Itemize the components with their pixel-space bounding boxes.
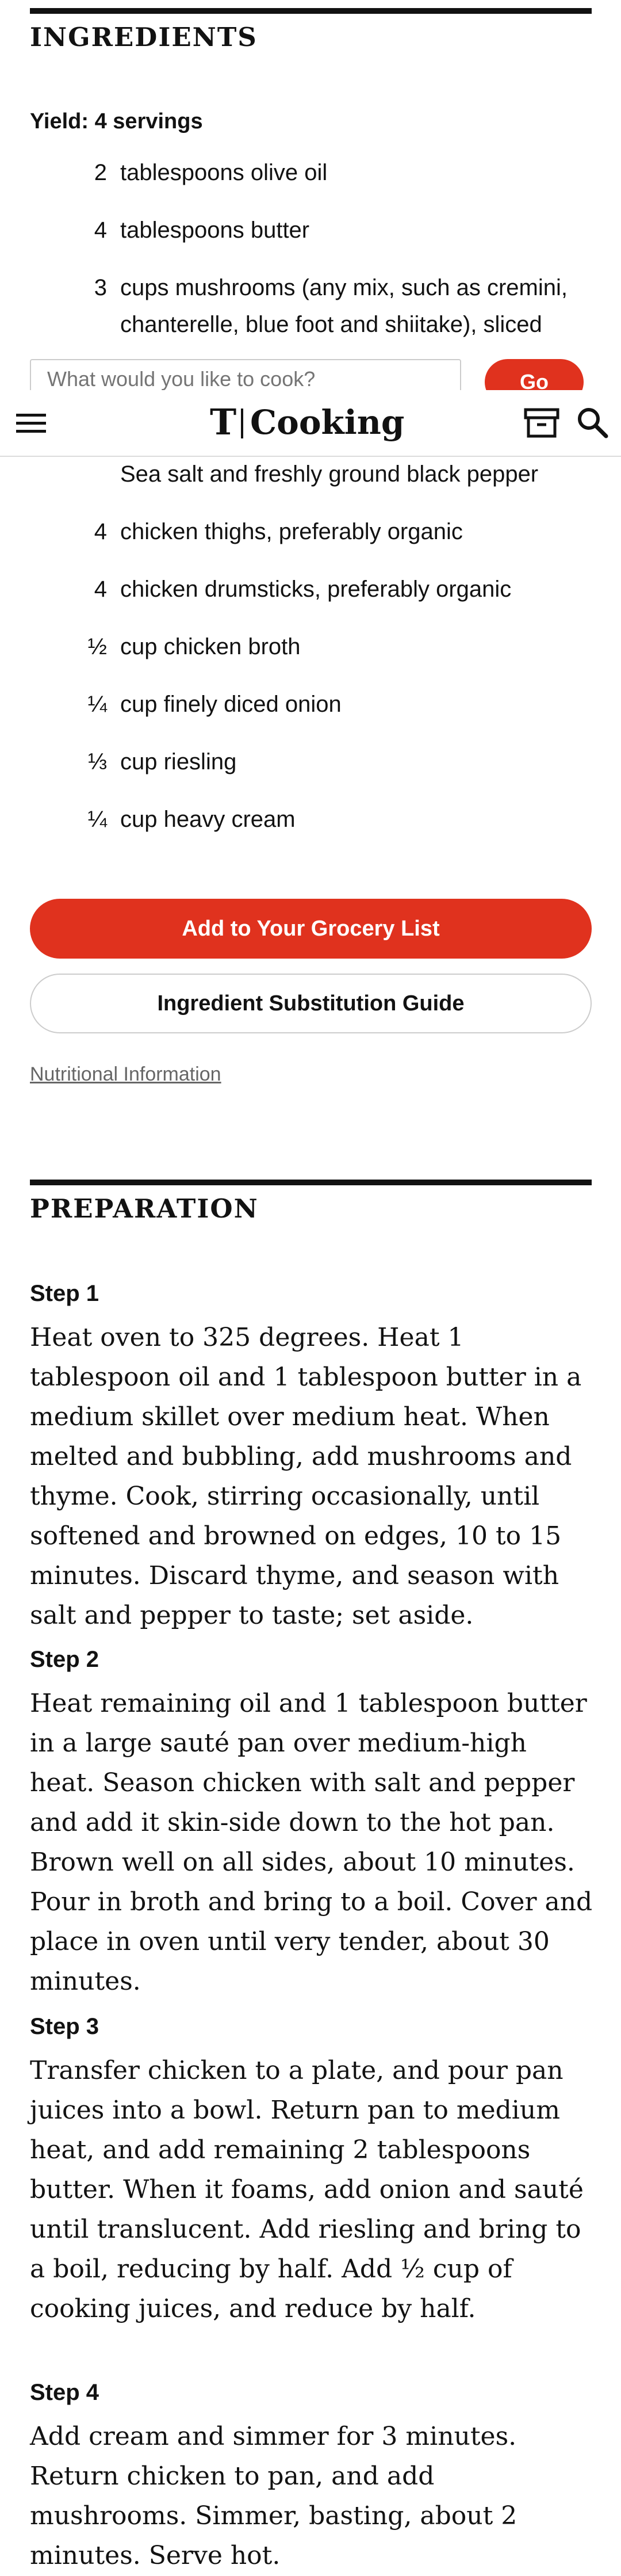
ingredient-quantity: 4 [94, 519, 107, 544]
step-text: Heat oven to 325 degrees. Heat 1 tablesp… [30, 1323, 582, 1630]
ingredient-text: Sea salt and freshly ground black pepper [120, 461, 539, 487]
ingredient-text: cup riesling [120, 749, 237, 774]
search-icon[interactable] [576, 406, 608, 438]
ingredient-text: tablespoons butter [120, 217, 310, 243]
ingredient-text: tablespoons olive oil [120, 160, 328, 185]
recipe-box-icon[interactable] [523, 406, 560, 438]
hamburger-menu-icon[interactable] [16, 414, 46, 433]
ingredient-text: cup finely diced onion [120, 692, 342, 717]
step-text: Heat remaining oil and 1 tablespoon butt… [30, 1689, 593, 1996]
search-input[interactable] [30, 359, 461, 390]
ingredient-substitution-guide-button[interactable]: Ingredient Substitution Guide [30, 974, 592, 1033]
preparation-heading: PREPARATION [30, 1193, 259, 1224]
step-text: Add cream and simmer for 3 minutes. Retu… [30, 2422, 518, 2570]
step-label: Step 1 [30, 1281, 99, 1306]
search-bar: Go [0, 357, 621, 390]
ingredient-text: cup heavy cream [120, 807, 296, 832]
step-label: Step 3 [30, 2014, 99, 2039]
yield-text: Yield: 4 servings [30, 109, 203, 133]
ingredient-quantity: ¼ [87, 692, 107, 717]
logo-wordmark: Cooking [250, 403, 405, 442]
step-label: Step 4 [30, 2380, 99, 2405]
ingredient-quantity: 2 [94, 160, 107, 185]
nutritional-information-link[interactable]: Nutritional Information [30, 1063, 221, 1086]
ingredients-top-rule [30, 8, 592, 14]
ingredient-quantity: 4 [94, 577, 107, 602]
go-button[interactable]: Go [485, 359, 584, 390]
ingredient-quantity: 4 [94, 217, 107, 243]
nyt-logo-mark: T [210, 401, 237, 443]
ingredient-text: cups mushrooms (any mix, such as cremini… [120, 275, 568, 337]
step-label: Step 2 [30, 1647, 99, 1672]
logo-divider [241, 409, 243, 438]
preparation-top-rule [30, 1180, 592, 1185]
step-text: Transfer chicken to a plate, and pour pa… [30, 2056, 584, 2323]
ingredients-heading: INGREDIENTS [30, 22, 258, 52]
add-to-grocery-list-button[interactable]: Add to Your Grocery List [30, 899, 592, 959]
ingredient-text: cup chicken broth [120, 634, 301, 659]
ingredient-text: chicken drumsticks, preferably organic [120, 577, 512, 602]
ingredient-quantity: ⅓ [87, 749, 107, 774]
ingredient-quantity: ½ [87, 634, 107, 659]
ingredient-quantity: 3 [94, 275, 107, 300]
ingredient-quantity: ¼ [87, 807, 107, 832]
site-header: T Cooking [0, 390, 621, 457]
ingredient-text: chicken thighs, preferably organic [120, 519, 463, 544]
